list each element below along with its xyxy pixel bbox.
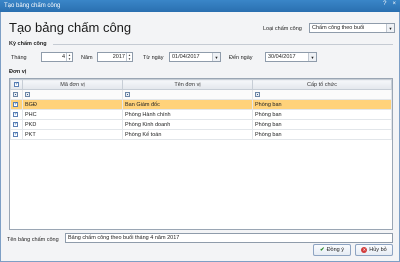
window-titlebar: Tạo bảng chấm công ? ×	[0, 0, 400, 12]
column-header-ma[interactable]: Mã đơn vị	[22, 79, 123, 90]
den-ngay-label: Đến ngày	[229, 55, 253, 61]
checkmark-icon: ✔	[319, 247, 325, 253]
filter-cell[interactable]	[252, 89, 392, 100]
tu-ngay-label: Từ ngày	[143, 55, 164, 61]
don-vi-label: Đơn vị	[9, 69, 27, 75]
page-title: Tạo bảng chấm công	[9, 20, 132, 35]
thang-spinner[interactable]: 4 ▲ ▼	[41, 52, 73, 62]
filter-cell[interactable]	[10, 89, 23, 100]
den-ngay-value: 30/04/2017	[268, 54, 296, 60]
filter-cell[interactable]	[122, 89, 253, 100]
help-icon[interactable]: ?	[383, 1, 386, 7]
loai-cham-cong-value: Chấm công theo buổi	[312, 25, 365, 31]
section-divider	[53, 44, 393, 45]
nam-value: 2017	[112, 54, 125, 60]
filter-icon[interactable]	[13, 91, 18, 97]
cell-ten: Phòng Kế toán	[122, 129, 253, 140]
cell-ma: PKD	[22, 119, 123, 130]
cell-cap: Phòng ban	[252, 119, 392, 130]
row-checkbox[interactable]	[13, 111, 18, 117]
tu-ngay-value: 01/04/2017	[172, 54, 200, 60]
thang-label: Tháng	[11, 55, 27, 61]
chevron-down-icon[interactable]: ▼	[308, 53, 316, 61]
spin-updown-icon[interactable]: ▲ ▼	[126, 53, 132, 61]
cancel-button-label: Hủy bỏ	[369, 247, 387, 253]
cell-cap: Phòng ban	[252, 99, 392, 110]
ky-cham-cong-label: Kỳ chấm công	[9, 41, 47, 47]
cancel-button[interactable]: ✕ Hủy bỏ	[355, 244, 393, 256]
column-header-ten[interactable]: Tên đơn vị	[122, 79, 253, 90]
cell-cap: Phòng ban	[252, 129, 392, 140]
cell-cap: Phòng ban	[252, 109, 392, 120]
ten-bang-cham-cong-value: Bảng chấm công theo buổi tháng 4 năm 201…	[68, 235, 180, 241]
ok-button[interactable]: ✔ Đồng ý	[313, 244, 351, 256]
row-checkbox[interactable]	[13, 101, 18, 107]
table-row[interactable]: PKD Phòng Kinh doanh Phòng ban	[10, 119, 392, 130]
table-row[interactable]: BGĐ Ban Giám đốc Phòng ban	[10, 99, 392, 110]
spin-updown-icon[interactable]: ▲ ▼	[66, 53, 72, 61]
dialog-body: Tạo bảng chấm công Loại chấm công Chấm c…	[0, 12, 400, 262]
filter-icon[interactable]	[25, 91, 30, 97]
ten-bang-cham-cong-label: Tên bảng chấm công	[7, 237, 59, 243]
cancel-icon: ✕	[361, 247, 368, 253]
nam-label: Năm	[81, 55, 93, 61]
ok-button-label: Đồng ý	[326, 247, 345, 253]
tu-ngay-date-field[interactable]: 01/04/2017 ▼	[169, 52, 221, 62]
checkbox-icon[interactable]	[14, 81, 19, 87]
ten-bang-cham-cong-input[interactable]: Bảng chấm công theo buổi tháng 4 năm 201…	[65, 233, 393, 243]
table-row[interactable]: PHC Phòng Hành chính Phòng ban	[10, 109, 392, 120]
close-icon[interactable]: ×	[392, 1, 396, 7]
cell-ma: BGĐ	[22, 99, 123, 110]
chevron-down-icon[interactable]: ▼	[386, 24, 394, 32]
row-checkbox[interactable]	[13, 131, 18, 137]
row-checkbox[interactable]	[13, 121, 18, 127]
cell-ma: PHC	[22, 109, 123, 120]
cell-ten: Phòng Kinh doanh	[122, 119, 253, 130]
column-header-cap[interactable]: Cấp tổ chức	[252, 79, 392, 90]
cell-ten: Ban Giám đốc	[122, 99, 253, 110]
table-row[interactable]: PKT Phòng Kế toán Phòng ban	[10, 129, 392, 140]
select-all-header[interactable]	[10, 79, 23, 90]
don-vi-grid: Mã đơn vị Tên đơn vị Cấp tổ chức BGĐ Ban…	[9, 78, 393, 230]
filter-row	[10, 89, 392, 100]
chevron-down-icon[interactable]: ▼	[212, 53, 220, 61]
filter-icon[interactable]	[255, 91, 260, 97]
loai-cham-cong-select[interactable]: Chấm công theo buổi ▼	[309, 23, 395, 33]
nam-spinner[interactable]: 2017 ▲ ▼	[97, 52, 133, 62]
thang-value: 4	[61, 54, 65, 60]
den-ngay-date-field[interactable]: 30/04/2017 ▼	[265, 52, 317, 62]
filter-cell[interactable]	[22, 89, 123, 100]
cell-ma: PKT	[22, 129, 123, 140]
window-title: Tạo bảng chấm công	[4, 3, 61, 9]
cell-ten: Phòng Hành chính	[122, 109, 253, 120]
filter-icon[interactable]	[125, 91, 130, 97]
loai-cham-cong-label: Loại chấm công	[263, 26, 302, 32]
